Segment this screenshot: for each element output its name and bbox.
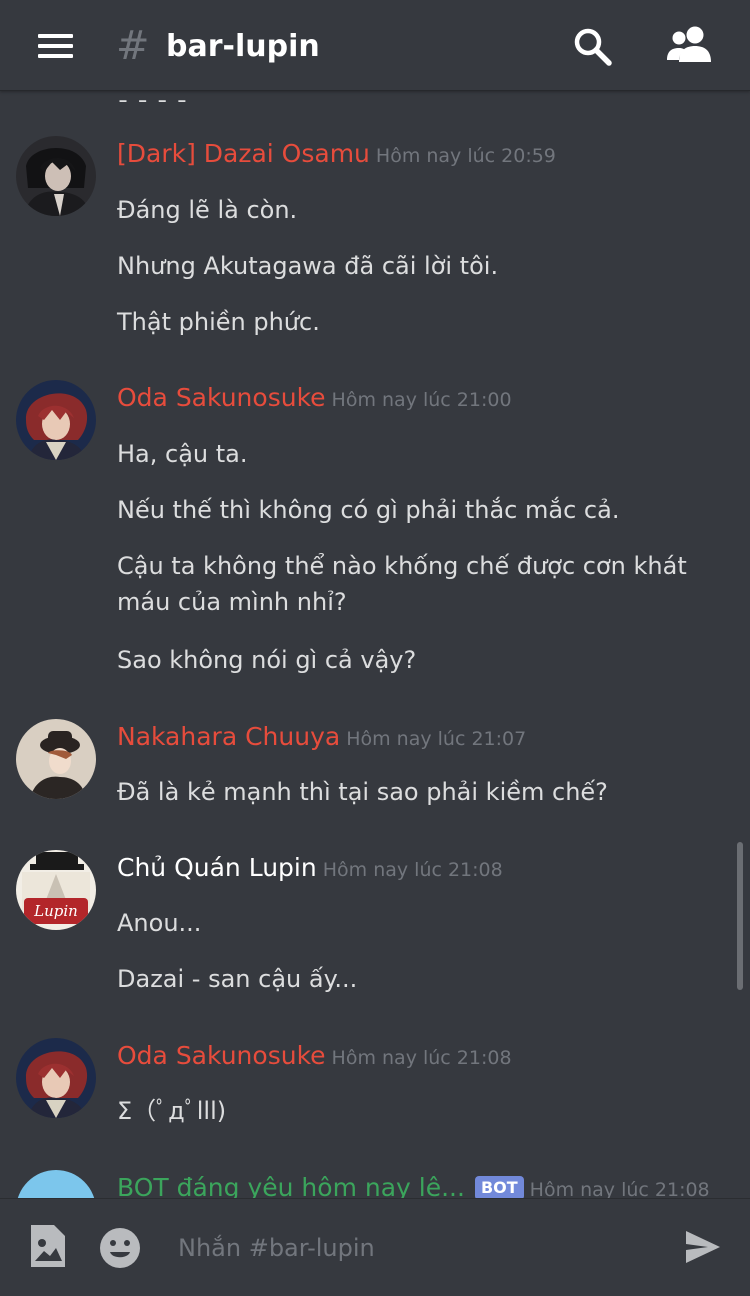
channel-title: bar-lupin [166,29,320,64]
message-text: Anou... [117,909,202,937]
search-icon[interactable] [572,26,614,68]
message-author[interactable]: BOT đáng yêu hôm nay lê... [117,1173,465,1198]
bot-badge: BOT [474,1176,524,1198]
message-text: Thật phiền phức. [117,308,320,336]
send-icon[interactable] [684,1229,722,1265]
message-text: Σ（ﾟдﾟlll) [117,1097,227,1125]
message-timestamp: Hôm nay lúc 21:08 [529,1179,710,1198]
message-text: Đáng lẽ là còn. [117,196,298,224]
menu-icon[interactable] [36,30,76,62]
message-author[interactable]: Oda Sakunosuke [117,1041,326,1070]
message-timestamp: Hôm nay lúc 20:59 [375,145,556,167]
message-author[interactable]: Chủ Quán Lupin [117,853,317,882]
message-timestamp: Hôm nay lúc 21:08 [331,1047,512,1069]
emoji-icon[interactable] [98,1226,142,1270]
avatar[interactable] [16,1038,96,1118]
message-text: Cậu ta không thể nào khống chế được cơn … [117,552,687,616]
message-text: Nếu thế thì không có gì phải thắc mắc cả… [117,496,620,524]
image-upload-icon[interactable] [28,1223,68,1269]
message-list[interactable]: ˍ ˍ ˍ ˍ [Dark] Dazai OsamuHôm nay lúc 20… [0,92,750,1198]
message-timestamp: Hôm nay lúc 21:08 [322,859,503,881]
channel-hash-icon: # [116,23,150,69]
message-input[interactable] [170,1223,650,1273]
cut-off-text: ˍ ˍ ˍ ˍ [117,92,188,104]
avatar[interactable] [16,719,96,799]
avatar[interactable] [16,136,96,216]
channel-header: # bar-lupin [0,0,750,91]
lupin-logo-text: Lupin [34,902,78,920]
message-text: Nhưng Akutagawa đã cãi lời tôi. [117,252,499,280]
message-author[interactable]: [Dark] Dazai Osamu [117,139,370,168]
message-composer [0,1198,750,1296]
members-icon[interactable] [664,24,716,66]
avatar[interactable]: Lupin [16,850,96,930]
message-author[interactable]: Oda Sakunosuke [117,383,326,412]
message-text: Ha, cậu ta. [117,440,248,468]
avatar[interactable] [16,1170,96,1198]
scrollbar[interactable] [737,842,743,990]
message-text: Đã là kẻ mạnh thì tại sao phải kiềm chế? [117,778,608,806]
message-text: Sao không nói gì cả vậy? [117,646,417,674]
message-timestamp: Hôm nay lúc 21:07 [346,728,527,750]
message-author[interactable]: Nakahara Chuuya [117,722,340,751]
avatar[interactable] [16,380,96,460]
message-timestamp: Hôm nay lúc 21:00 [331,389,512,411]
message-text: Dazai - san cậu ấy... [117,965,358,993]
